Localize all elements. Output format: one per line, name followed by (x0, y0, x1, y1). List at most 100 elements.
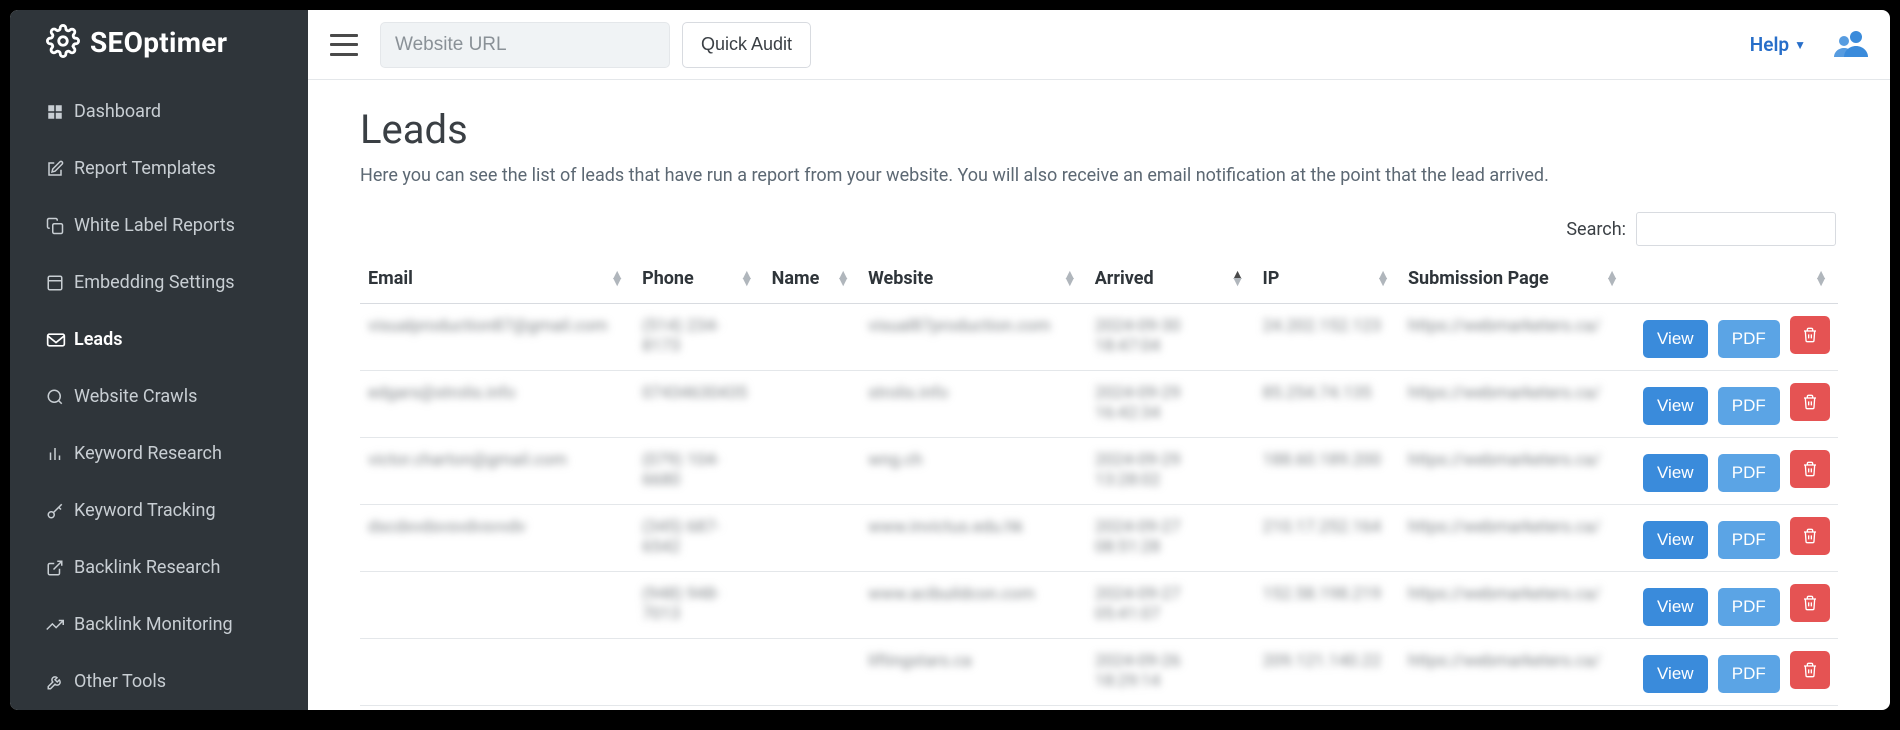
cell-arrived: 2024-09-30 18:47:04 (1087, 304, 1255, 371)
cell-arrived: 2024-09-26 18:29:14 (1087, 639, 1255, 706)
sidebar-item-keyword-research[interactable]: Keyword Research (10, 425, 308, 482)
cell-actions: View PDF (1629, 505, 1838, 572)
col-header-arrived[interactable]: Arrived▲▼ (1087, 254, 1255, 304)
copy-icon (46, 217, 74, 235)
sort-icon: ▲▼ (740, 272, 754, 286)
mail-icon (46, 332, 74, 348)
view-button[interactable]: View (1643, 320, 1708, 358)
search-label: Search: (1566, 219, 1626, 240)
cell-website: strolis.info (860, 371, 1087, 438)
page-title: Leads (360, 106, 1838, 153)
view-button[interactable]: View (1643, 655, 1708, 693)
help-dropdown[interactable]: Help ▼ (1750, 33, 1806, 56)
sort-icon: ▲▼ (1231, 272, 1245, 286)
chevron-down-icon: ▼ (1794, 38, 1806, 52)
pdf-button[interactable]: PDF (1718, 655, 1780, 693)
sidebar-item-leads[interactable]: Leads (10, 311, 308, 368)
cell-submission: https://webmarketers.ca/ (1400, 438, 1629, 505)
cell-phone: (514) 234-8173 (634, 304, 764, 371)
tool-icon (46, 673, 74, 691)
delete-button[interactable] (1790, 584, 1830, 622)
sidebar-item-dashboard[interactable]: Dashboard (10, 83, 308, 140)
cell-email: victor.charton@gmail.com (360, 438, 634, 505)
view-button[interactable]: View (1643, 588, 1708, 626)
table-row: victor.charton@gmail.com (079) 104-6680 … (360, 438, 1838, 505)
cell-website: www.invictus.edu.hk (860, 505, 1087, 572)
cell-name (764, 572, 860, 639)
external-link-icon (46, 559, 74, 577)
cell-submission: https://webmarketers.ca/ (1400, 371, 1629, 438)
page-description: Here you can see the list of leads that … (360, 165, 1838, 186)
quick-audit-button[interactable]: Quick Audit (682, 22, 811, 68)
cell-email: dscdxvdsvsvdvsvvdv (360, 505, 634, 572)
cell-arrived: 2024-09-27 05:41:07 (1087, 572, 1255, 639)
table-row: liftingstars.ca 2024-09-26 18:29:14 209.… (360, 639, 1838, 706)
delete-button[interactable] (1790, 383, 1830, 421)
cell-submission: https://webmarketers.ca/ (1400, 639, 1629, 706)
cell-website: www.acibuildcon.com (860, 572, 1087, 639)
sidebar-item-other-tools[interactable]: Other Tools (10, 653, 308, 710)
sidebar-item-label: Dashboard (74, 101, 161, 122)
sidebar-item-white-label[interactable]: White Label Reports (10, 197, 308, 254)
trend-icon (46, 616, 74, 634)
url-input[interactable] (380, 22, 670, 68)
cell-phone: 07434630435 (634, 371, 764, 438)
view-button[interactable]: View (1643, 521, 1708, 559)
pdf-button[interactable]: PDF (1718, 454, 1780, 492)
sort-icon: ▲▼ (1376, 272, 1390, 286)
cell-name (764, 438, 860, 505)
menu-toggle-icon[interactable] (330, 34, 358, 56)
sidebar-item-embedding[interactable]: Embedding Settings (10, 254, 308, 311)
cell-ip: 188.60.189.200 (1255, 438, 1400, 505)
cell-name (764, 304, 860, 371)
logo[interactable]: SEOptimer (10, 10, 308, 75)
pdf-button[interactable]: PDF (1718, 387, 1780, 425)
col-header-name[interactable]: Name▲▼ (764, 254, 860, 304)
pdf-button[interactable]: PDF (1718, 521, 1780, 559)
sidebar-item-label: Backlink Research (74, 557, 220, 578)
delete-button[interactable] (1790, 316, 1830, 354)
delete-button[interactable] (1790, 450, 1830, 488)
sidebar-item-backlink-monitoring[interactable]: Backlink Monitoring (10, 596, 308, 653)
cell-submission: https://webmarketers.ca/ (1400, 572, 1629, 639)
view-button[interactable]: View (1643, 454, 1708, 492)
edit-icon (46, 160, 74, 178)
sidebar-item-keyword-tracking[interactable]: Keyword Tracking (10, 482, 308, 539)
col-header-actions[interactable]: ▲▼ (1629, 254, 1838, 304)
sidebar-item-label: Embedding Settings (74, 272, 235, 293)
cell-email: visualproduction87@gmail.com (360, 304, 634, 371)
pdf-button[interactable]: PDF (1718, 320, 1780, 358)
cell-website: wng.ch (860, 438, 1087, 505)
cell-arrived: 2024-09-29 16:42:34 (1087, 371, 1255, 438)
cell-ip: 209.121.140.22 (1255, 639, 1400, 706)
cell-name (764, 371, 860, 438)
sidebar-item-backlink-research[interactable]: Backlink Research (10, 539, 308, 596)
delete-button[interactable] (1790, 651, 1830, 689)
people-icon[interactable] (1834, 29, 1868, 61)
cell-actions: View PDF (1629, 639, 1838, 706)
col-header-phone[interactable]: Phone▲▼ (634, 254, 764, 304)
cell-ip: 210.17.252.164 (1255, 505, 1400, 572)
cell-email (360, 639, 634, 706)
help-label: Help (1750, 33, 1789, 56)
delete-button[interactable] (1790, 517, 1830, 555)
col-header-website[interactable]: Website▲▼ (860, 254, 1087, 304)
sidebar-item-label: Leads (74, 329, 122, 350)
key-icon (46, 502, 74, 520)
sidebar-item-crawls[interactable]: Website Crawls (10, 368, 308, 425)
cell-submission: https://webmarketers.ca/ (1400, 304, 1629, 371)
sidebar-item-report-templates[interactable]: Report Templates (10, 140, 308, 197)
col-header-email[interactable]: Email▲▼ (360, 254, 634, 304)
col-header-submission[interactable]: Submission Page▲▼ (1400, 254, 1629, 304)
sort-icon: ▲▼ (1605, 272, 1619, 286)
search-input[interactable] (1636, 212, 1836, 246)
cell-phone (634, 639, 764, 706)
cell-actions: View PDF (1629, 438, 1838, 505)
cell-arrived: 2024-09-29 13:28:02 (1087, 438, 1255, 505)
cell-submission: https://webmarketers.ca/ (1400, 505, 1629, 572)
col-header-ip[interactable]: IP▲▼ (1255, 254, 1400, 304)
pdf-button[interactable]: PDF (1718, 588, 1780, 626)
cell-phone: (079) 104-6680 (634, 438, 764, 505)
embed-icon (46, 274, 74, 292)
view-button[interactable]: View (1643, 387, 1708, 425)
